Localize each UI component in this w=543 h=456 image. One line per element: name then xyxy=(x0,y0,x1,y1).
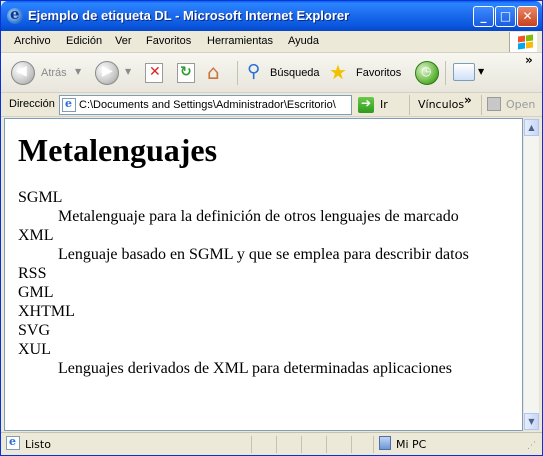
definition-term: RSS xyxy=(18,265,47,282)
definition-term: SGML xyxy=(18,189,63,206)
forward-dropdown-icon[interactable]: ▼ xyxy=(125,67,131,76)
toolbar-separator xyxy=(445,61,446,85)
toolbar-separator xyxy=(409,95,410,115)
definition-description: Lenguajes derivados de XML para determin… xyxy=(58,360,452,377)
menu-ver[interactable]: Ver xyxy=(115,35,132,47)
home-icon: ⌂ xyxy=(207,60,220,84)
resize-grip-icon[interactable]: ⋰ xyxy=(527,441,536,451)
refresh-icon: ↻ xyxy=(177,63,195,83)
menu-bar: Archivo Edición Ver Favoritos Herramient… xyxy=(1,31,542,53)
history-button[interactable]: ◷ xyxy=(413,59,439,87)
status-separator xyxy=(276,436,277,453)
maximize-button[interactable]: □ xyxy=(495,6,516,27)
menu-herramientas[interactable]: Herramientas xyxy=(207,35,273,47)
go-arrow-icon: ➔ xyxy=(358,96,374,113)
favorites-label: Favoritos xyxy=(356,67,402,79)
stop-button[interactable]: ✕ xyxy=(143,59,167,87)
definition-description: Lenguaje basado en SGML y que se emplea … xyxy=(58,246,469,263)
open-label[interactable]: Open xyxy=(506,98,535,111)
mail-dropdown-icon[interactable]: ▼ xyxy=(478,67,484,76)
status-bar: e Listo Mi PC ⋰ xyxy=(1,432,542,455)
definition-term: XUL xyxy=(18,341,51,358)
go-label: Ir xyxy=(380,98,388,111)
status-separator xyxy=(251,436,252,453)
home-button[interactable]: ⌂ xyxy=(205,59,231,87)
page-viewport[interactable]: Metalenguajes SGML Metalenguaje para la … xyxy=(4,118,523,431)
back-label: Atrás xyxy=(41,67,67,79)
toolbar-overflow-icon[interactable]: » xyxy=(525,53,533,67)
status-page-icon: e xyxy=(6,435,20,450)
definition-term: SVG xyxy=(18,322,51,339)
status-separator xyxy=(373,436,374,453)
menu-edicion[interactable]: Edición xyxy=(66,35,102,47)
back-button[interactable]: ◀ Atrás ▼ xyxy=(7,59,81,87)
window-title: Ejemplo de etiqueta DL - Microsoft Inter… xyxy=(28,8,350,23)
vertical-scrollbar[interactable]: ▲ ▼ xyxy=(523,118,540,431)
history-icon: ◷ xyxy=(415,61,439,85)
back-dropdown-icon[interactable]: ▼ xyxy=(75,67,81,76)
title-bar[interactable]: Ejemplo de etiqueta DL - Microsoft Inter… xyxy=(1,1,542,31)
mail-button[interactable]: ▼ xyxy=(451,59,487,87)
toolbar-separator xyxy=(237,61,238,85)
browser-window: Ejemplo de etiqueta DL - Microsoft Inter… xyxy=(0,0,543,456)
address-input[interactable]: e C:\Documents and Settings\Administrado… xyxy=(59,95,352,115)
page-heading: Metalenguajes xyxy=(18,132,218,168)
open-folder-icon xyxy=(487,97,501,111)
status-text: Listo xyxy=(25,438,51,451)
search-button[interactable]: ⚲ Búsqueda xyxy=(245,59,323,87)
internet-explorer-icon xyxy=(7,5,23,24)
links-label[interactable]: Vínculos xyxy=(418,98,464,111)
minimize-button[interactable]: _ xyxy=(473,6,494,27)
address-value: C:\Documents and Settings\Administrador\… xyxy=(79,99,336,111)
favorites-button[interactable]: ★ Favoritos xyxy=(327,59,407,87)
search-icon: ⚲ xyxy=(247,61,261,82)
mail-icon xyxy=(453,63,475,81)
stop-icon: ✕ xyxy=(145,63,163,83)
status-separator xyxy=(301,436,302,453)
definition-term: GML xyxy=(18,284,54,301)
menu-archivo[interactable]: Archivo xyxy=(14,35,51,47)
scroll-down-icon[interactable]: ▼ xyxy=(524,413,539,430)
close-button[interactable]: ✕ xyxy=(517,6,538,27)
windows-logo-icon xyxy=(509,32,537,52)
toolbar-separator xyxy=(481,95,482,115)
address-bar: Dirección e C:\Documents and Settings\Ad… xyxy=(1,93,542,117)
standard-toolbar: ◀ Atrás ▼ ▶ ▼ ✕ ↻ ⌂ ⚲ Búsqueda ★ Favorit… xyxy=(1,53,542,93)
menu-favoritos[interactable]: Favoritos xyxy=(146,35,191,47)
favorites-star-icon: ★ xyxy=(329,60,347,84)
definition-list: SGML Metalenguaje para la definición de … xyxy=(18,188,469,378)
zone-text: Mi PC xyxy=(396,438,427,451)
refresh-button[interactable]: ↻ xyxy=(175,59,199,87)
definition-description: Metalenguaje para la definición de otros… xyxy=(58,208,459,225)
forward-button[interactable]: ▶ ▼ xyxy=(93,59,133,87)
status-separator xyxy=(326,436,327,453)
address-label: Dirección xyxy=(9,98,55,110)
definition-term: XML xyxy=(18,227,54,244)
my-computer-icon xyxy=(379,436,391,450)
menu-ayuda[interactable]: Ayuda xyxy=(288,35,319,47)
status-separator xyxy=(351,436,352,453)
forward-arrow-icon: ▶ xyxy=(95,61,119,85)
search-label: Búsqueda xyxy=(270,67,320,79)
back-arrow-icon: ◀ xyxy=(11,61,35,85)
scroll-up-icon[interactable]: ▲ xyxy=(524,119,539,136)
links-overflow-icon[interactable]: » xyxy=(464,93,472,107)
definition-term: XHTML xyxy=(18,303,75,320)
page-icon: e xyxy=(62,97,76,112)
